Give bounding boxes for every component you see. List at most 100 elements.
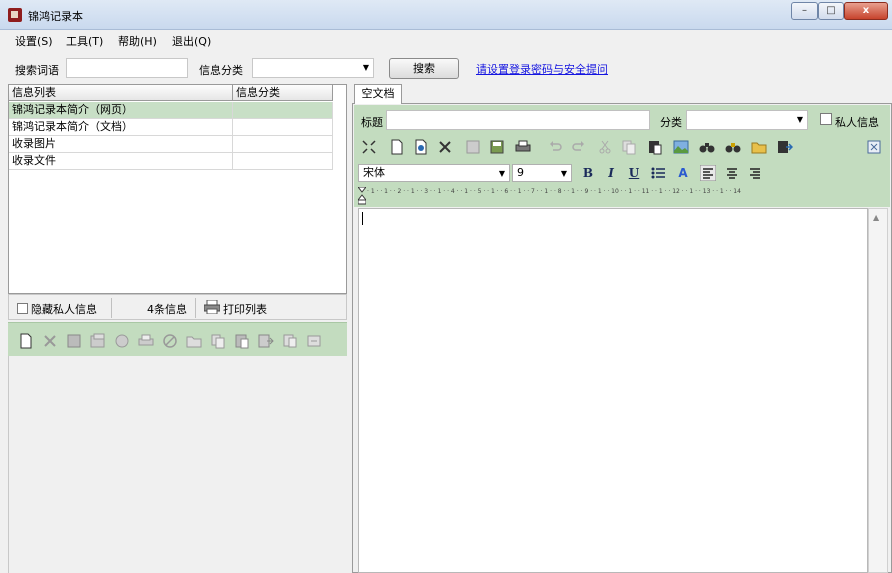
delete-icon[interactable]	[437, 139, 453, 155]
chevron-down-icon[interactable]: ▼	[561, 166, 567, 182]
font-family-value: 宋体	[363, 166, 385, 179]
print-icon[interactable]	[515, 139, 531, 155]
editor-scrollbar[interactable]	[868, 208, 888, 573]
search-term-label: 搜索词语	[15, 64, 59, 77]
copy-icon[interactable]	[621, 139, 637, 155]
doc-title-label: 标题	[361, 116, 383, 129]
move-icon[interactable]	[282, 333, 298, 349]
row-title: 收录图片	[9, 136, 233, 152]
row-title: 锦鸿记录本简介（文档）	[9, 119, 233, 135]
underline-button[interactable]: U	[626, 165, 642, 181]
maximize-button[interactable]: □	[818, 2, 844, 20]
table-row[interactable]: 收录文件	[9, 153, 333, 170]
save-icon[interactable]	[465, 139, 481, 155]
table-row[interactable]: 锦鸿记录本简介（文档）	[9, 119, 333, 136]
export-icon[interactable]	[258, 333, 274, 349]
title-bar	[0, 0, 892, 30]
private-info-label[interactable]: 私人信息	[835, 114, 879, 130]
divider	[195, 298, 196, 318]
find-icon[interactable]	[699, 139, 715, 155]
bold-button[interactable]: B	[580, 165, 596, 181]
row-category	[233, 119, 333, 135]
insert-image-icon[interactable]	[673, 139, 689, 155]
bullet-list-icon[interactable]	[650, 165, 666, 181]
export-icon[interactable]	[777, 139, 793, 155]
cut-icon[interactable]	[597, 139, 613, 155]
indent-marker-icon[interactable]	[358, 187, 366, 205]
tab-empty-document[interactable]: 空文档	[354, 84, 402, 104]
paste-icon[interactable]	[234, 333, 250, 349]
menu-help[interactable]: 帮助(H)	[118, 33, 157, 49]
category-filter-select[interactable]: ▼	[252, 58, 374, 78]
search-input[interactable]	[66, 58, 188, 78]
private-info-checkbox[interactable]	[820, 113, 832, 125]
scroll-up-icon[interactable]: ▲	[873, 213, 879, 222]
font-family-select[interactable]: 宋体 ▼	[358, 164, 510, 182]
divider	[111, 298, 112, 318]
table-row[interactable]: 锦鸿记录本简介（网页）	[9, 102, 333, 119]
align-right-icon[interactable]	[747, 165, 763, 181]
chevron-down-icon[interactable]: ▼	[499, 166, 505, 182]
delete-icon[interactable]	[42, 333, 58, 349]
row-category	[233, 102, 333, 118]
redo-icon[interactable]	[571, 139, 587, 155]
row-title: 锦鸿记录本简介（网页）	[9, 102, 233, 118]
set-password-link[interactable]: 请设置登录密码与安全提问	[476, 61, 608, 77]
menu-settings[interactable]: 设置(S)	[15, 33, 53, 49]
text-caret	[362, 212, 363, 225]
left-lower-pane	[8, 356, 347, 573]
app-icon	[8, 8, 22, 22]
row-category	[233, 136, 333, 152]
find-replace-icon[interactable]	[725, 139, 741, 155]
printer-icon[interactable]	[204, 300, 220, 314]
cancel-icon[interactable]	[162, 333, 178, 349]
align-center-icon[interactable]	[724, 165, 740, 181]
left-toolbar	[8, 322, 347, 356]
ruler: · 1 · · 1 · · 2 · · 1 · · 3 · · 1 · · 4 …	[357, 186, 890, 205]
refresh-icon[interactable]	[306, 333, 322, 349]
menu-exit[interactable]: 退出(Q)	[172, 33, 211, 49]
minimize-button[interactable]: –	[791, 2, 818, 20]
italic-button[interactable]: I	[603, 165, 619, 181]
info-list-table[interactable]: 信息列表 信息分类 锦鸿记录本简介（网页） 锦鸿记录本简介（文档） 收录图片 收…	[8, 84, 347, 294]
chevron-down-icon[interactable]: ▼	[797, 115, 803, 124]
open-doc-icon[interactable]	[413, 139, 429, 155]
undo-icon[interactable]	[547, 139, 563, 155]
column-header-category[interactable]: 信息分类	[233, 85, 333, 101]
row-category	[233, 153, 333, 169]
print-list-button[interactable]: 打印列表	[223, 301, 267, 317]
print-icon[interactable]	[138, 333, 154, 349]
doc-category-select[interactable]: ▼	[686, 110, 808, 130]
menu-tools[interactable]: 工具(T)	[66, 33, 103, 49]
font-size-value: 9	[517, 166, 524, 179]
save-as-icon[interactable]	[90, 333, 106, 349]
hide-private-label[interactable]: 隐藏私人信息	[31, 301, 97, 317]
open-folder-icon[interactable]	[186, 333, 202, 349]
save-disk-icon[interactable]	[489, 139, 505, 155]
open-folder-icon[interactable]	[751, 139, 767, 155]
chevron-down-icon[interactable]: ▼	[363, 63, 369, 72]
new-doc-icon[interactable]	[389, 139, 405, 155]
save-icon[interactable]	[66, 333, 82, 349]
paste-icon[interactable]	[647, 139, 663, 155]
record-icon[interactable]	[114, 333, 130, 349]
editor-content[interactable]	[358, 208, 868, 573]
row-title: 收录文件	[9, 153, 233, 169]
font-size-select[interactable]: 9 ▼	[512, 164, 572, 182]
list-status-bar: 隐藏私人信息 4条信息 打印列表	[8, 294, 347, 320]
table-row[interactable]: 收录图片	[9, 136, 333, 153]
align-left-icon[interactable]	[700, 165, 716, 181]
copy-icon[interactable]	[210, 333, 226, 349]
search-button[interactable]: 搜索	[389, 58, 459, 79]
font-color-button[interactable]: A	[675, 165, 691, 181]
hide-private-checkbox[interactable]	[17, 303, 28, 314]
category-filter-label: 信息分类	[199, 64, 243, 77]
column-header-info-list[interactable]: 信息列表	[9, 85, 233, 101]
new-icon[interactable]	[18, 333, 34, 349]
doc-title-input[interactable]	[386, 110, 650, 130]
window-title: 锦鸿记录本	[28, 10, 83, 23]
menu-bar: 设置(S) 工具(T) 帮助(H) 退出(Q)	[0, 30, 892, 50]
close-button[interactable]: x	[844, 2, 888, 20]
close-pane-icon[interactable]	[866, 139, 882, 155]
fullscreen-icon[interactable]	[361, 139, 377, 155]
